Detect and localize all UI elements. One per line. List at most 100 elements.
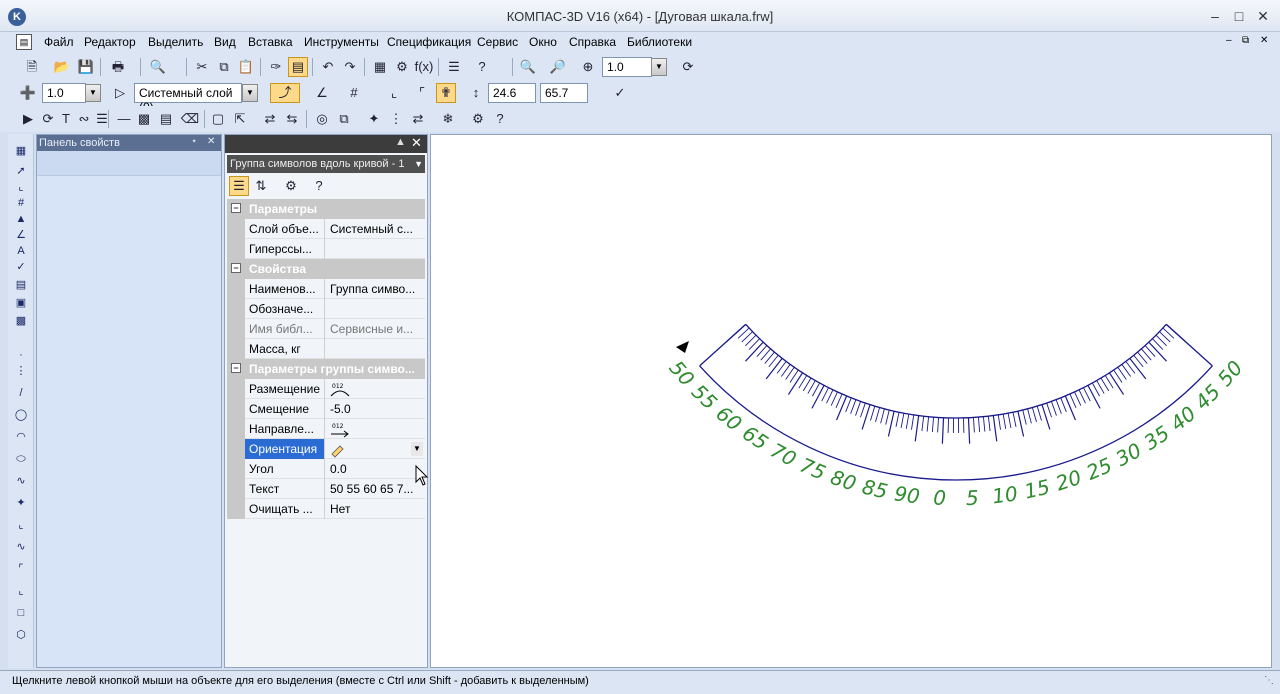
variables-icon[interactable]: f(x) bbox=[414, 57, 434, 77]
minimize-button[interactable]: – bbox=[1204, 6, 1226, 26]
menu-insert[interactable]: Вставка bbox=[248, 35, 293, 49]
text-icon[interactable]: T bbox=[56, 109, 76, 129]
property-value[interactable] bbox=[327, 299, 425, 319]
local-cs-icon[interactable]: ⌞ bbox=[384, 83, 404, 103]
transform-icon[interactable]: ✦ bbox=[364, 109, 384, 129]
property-row[interactable]: Смещение -5.0 bbox=[227, 399, 425, 419]
property-row[interactable]: Слой объе... Системный с... bbox=[227, 219, 425, 239]
cut-icon[interactable]: ✂ bbox=[192, 57, 212, 77]
undo-icon[interactable]: ↶ bbox=[318, 57, 338, 77]
geometry-tool-icon[interactable]: ▦ bbox=[12, 142, 30, 160]
manager-icon[interactable]: ▦ bbox=[370, 57, 390, 77]
units-icon[interactable]: ☰ bbox=[444, 57, 464, 77]
scale-icon[interactable]: ⇱ bbox=[230, 109, 250, 129]
maximize-button[interactable]: □ bbox=[1228, 6, 1250, 26]
menu-help[interactable]: Справка bbox=[569, 35, 616, 49]
group-header[interactable]: − Параметры группы симво... bbox=[227, 359, 425, 379]
copy-icon[interactable]: ⧉ bbox=[214, 57, 234, 77]
property-value[interactable] bbox=[327, 239, 425, 259]
menu-tools[interactable]: Инструменты bbox=[304, 35, 379, 49]
arc-tool-icon[interactable]: ◠ bbox=[12, 428, 30, 446]
clean-icon[interactable]: ⌫ bbox=[180, 109, 200, 129]
layer-icon[interactable]: ▷ bbox=[110, 83, 130, 103]
ortho-icon[interactable]: ⌜ bbox=[412, 83, 432, 103]
close-button[interactable]: ✕ bbox=[1252, 6, 1274, 26]
panel-close-icon[interactable]: ✕ bbox=[207, 136, 215, 147]
aux-line-tool-icon[interactable]: ⋮ bbox=[12, 362, 30, 380]
menu-specification[interactable]: Спецификация bbox=[387, 35, 471, 49]
property-row[interactable]: Наименов... Группа симво... bbox=[227, 279, 425, 299]
property-row[interactable]: Направле... 012 bbox=[227, 419, 425, 439]
property-row[interactable]: Имя библ... Сервисные и... bbox=[227, 319, 425, 339]
select-icon[interactable]: ▶ bbox=[18, 109, 38, 129]
collapse-icon[interactable]: − bbox=[231, 203, 241, 213]
document-icon[interactable]: ▤ bbox=[16, 34, 32, 50]
chamfer-tool-icon[interactable]: ⌜ bbox=[12, 560, 30, 578]
zoom-field[interactable]: 1.0 bbox=[602, 57, 652, 77]
rotate-icon[interactable]: ⟳ bbox=[38, 109, 58, 129]
segment-tool-icon[interactable]: / bbox=[12, 384, 30, 402]
new-document-icon[interactable]: 🗎 bbox=[22, 57, 42, 77]
properties-page-icon[interactable]: ⚙ bbox=[281, 176, 301, 196]
insert-tool-icon[interactable]: ▣ bbox=[12, 294, 30, 312]
bug-icon[interactable]: ⚙ bbox=[468, 109, 488, 129]
zoom-in-icon[interactable]: ⊕ bbox=[578, 57, 598, 77]
property-row[interactable]: Обозначе... bbox=[227, 299, 425, 319]
round-icon[interactable]: ✟ bbox=[436, 83, 456, 103]
fillet-tool-icon[interactable]: ⌞ bbox=[12, 582, 30, 600]
mirror-icon[interactable]: ⇄ bbox=[408, 109, 428, 129]
report-tool-icon[interactable]: ▤ bbox=[12, 276, 30, 294]
polygon-tool-icon[interactable]: ⬡ bbox=[12, 626, 30, 644]
property-value[interactable] bbox=[327, 339, 425, 359]
copy-object-icon[interactable]: ⧉ bbox=[334, 109, 354, 129]
array-icon[interactable]: ⋮ bbox=[386, 109, 406, 129]
refresh-icon[interactable]: ⟳ bbox=[678, 57, 698, 77]
step-icon[interactable]: ➕ bbox=[18, 83, 38, 103]
hatch-icon[interactable]: ▩ bbox=[134, 109, 154, 129]
menu-window[interactable]: Окно bbox=[529, 35, 557, 49]
sync-icon[interactable]: ⇆ bbox=[282, 109, 302, 129]
doc-minimize-button[interactable]: – bbox=[1226, 35, 1232, 46]
layer-dropdown-icon[interactable]: ▼ bbox=[242, 84, 258, 102]
property-row[interactable]: Масса, кг bbox=[227, 339, 425, 359]
property-value[interactable]: -5.0 bbox=[327, 399, 425, 419]
categorized-icon[interactable]: ☰ bbox=[229, 176, 249, 196]
property-value[interactable]: Группа симво... bbox=[327, 279, 425, 299]
property-value[interactable]: Нет bbox=[327, 499, 425, 519]
menu-select[interactable]: Выделить bbox=[148, 35, 203, 49]
sort-az-icon[interactable]: ⇅ bbox=[251, 176, 271, 196]
print-icon[interactable]: 🖶 bbox=[108, 57, 128, 77]
zoom-all-icon[interactable]: 🔎 bbox=[548, 57, 568, 77]
print-preview-icon[interactable]: 🔍 bbox=[148, 57, 168, 77]
table-icon[interactable]: ☰ bbox=[92, 109, 112, 129]
properties-toggle-icon[interactable]: ▤ bbox=[288, 57, 308, 77]
rectangle-tool-icon[interactable]: □ bbox=[12, 604, 30, 622]
copy-properties-icon[interactable]: ✑ bbox=[266, 57, 286, 77]
help-icon[interactable]: ? bbox=[490, 109, 510, 129]
context-help-icon[interactable]: ? bbox=[472, 57, 492, 77]
pin-icon[interactable]: ▲ bbox=[395, 136, 406, 148]
circle-tool-icon[interactable]: ◯ bbox=[12, 406, 30, 424]
menu-view[interactable]: Вид bbox=[214, 35, 236, 49]
doc-close-button[interactable]: ✕ bbox=[1260, 35, 1268, 46]
layer-field[interactable]: Системный слой (0) bbox=[134, 83, 242, 114]
ellipse-tool-icon[interactable]: ⬭ bbox=[12, 450, 30, 468]
snowflake-icon[interactable]: ❄ bbox=[438, 109, 458, 129]
property-row[interactable]: Гиперссы... bbox=[227, 239, 425, 259]
group-header[interactable]: − Параметры bbox=[227, 199, 425, 219]
menu-edit[interactable]: Редактор bbox=[84, 35, 136, 49]
object-type-select[interactable]: Группа символов вдоль кривой - 1 ▼ bbox=[227, 155, 425, 173]
chevron-down-icon[interactable]: ▼ bbox=[411, 442, 423, 456]
property-row[interactable]: Текст 50 55 60 65 7... bbox=[227, 479, 425, 499]
zoom-window-icon[interactable]: 🔍 bbox=[518, 57, 538, 77]
arc-text-icon[interactable]: 012 bbox=[327, 379, 425, 399]
coord-x-field[interactable]: 24.6 bbox=[488, 83, 536, 103]
collapse-icon[interactable]: − bbox=[231, 263, 241, 273]
step-field[interactable]: 1.0 bbox=[42, 83, 86, 103]
coord-y-field[interactable]: 65.7 bbox=[540, 83, 588, 103]
menu-file[interactable]: Файл bbox=[44, 35, 74, 49]
close-icon[interactable]: ✕ bbox=[411, 135, 422, 151]
library-manager-icon[interactable]: ⚙ bbox=[392, 57, 412, 77]
resize-grip-icon[interactable]: ⋱ bbox=[1264, 675, 1274, 686]
paste-icon[interactable]: 📋 bbox=[236, 57, 256, 77]
